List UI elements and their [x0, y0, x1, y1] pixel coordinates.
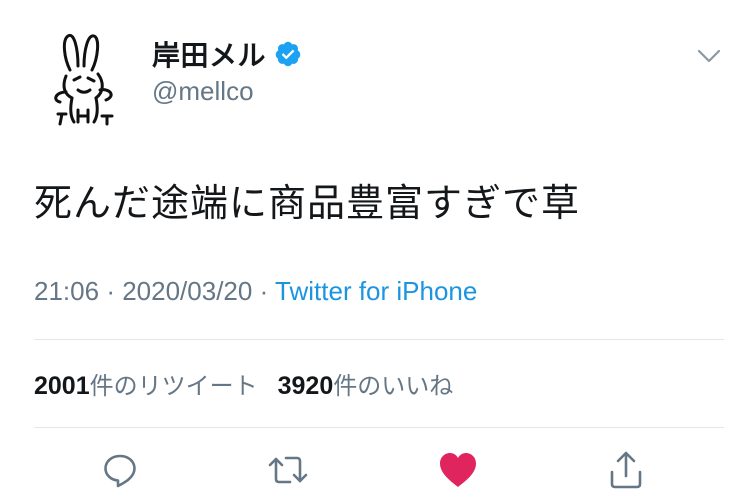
- display-name[interactable]: 岸田メル: [152, 34, 266, 74]
- like-button[interactable]: [436, 448, 480, 492]
- tweet-stats: 2001 件のリツイート 3920 件のいいね: [34, 366, 453, 401]
- avatar[interactable]: [44, 30, 126, 126]
- verified-badge-icon: [274, 40, 302, 68]
- meta-separator: ·: [259, 276, 269, 306]
- likes-label: 件のいいね: [333, 372, 454, 400]
- chevron-down-icon[interactable]: [696, 46, 722, 66]
- likes-count: 3920: [277, 372, 334, 400]
- user-handle[interactable]: @mellco: [152, 76, 254, 107]
- tweet-date[interactable]: 2020/03/20: [122, 276, 252, 306]
- share-icon: [610, 451, 642, 489]
- user-name-row[interactable]: 岸田メル: [152, 34, 302, 74]
- share-button[interactable]: [604, 448, 648, 492]
- heart-icon: [440, 453, 476, 487]
- retweets-stat[interactable]: 2001 件のリツイート: [34, 366, 258, 401]
- divider: [34, 339, 724, 340]
- retweet-arrows-icon: [268, 456, 308, 484]
- retweets-count: 2001: [34, 372, 90, 400]
- retweet-button[interactable]: [266, 448, 310, 492]
- tweet-text: 死んだ途端に商品豊富すぎで草: [34, 181, 581, 225]
- tweet-meta: 21:06 · 2020/03/20 · Twitter for iPhone: [34, 276, 477, 307]
- reply-button[interactable]: [98, 448, 142, 492]
- retweets-label: 件のリツイート: [89, 372, 258, 400]
- meta-separator: ·: [106, 276, 115, 306]
- divider: [34, 427, 724, 428]
- tweet-actions: [0, 448, 750, 496]
- speech-bubble-icon: [104, 454, 136, 488]
- tweet-source-link[interactable]: Twitter for iPhone: [275, 276, 477, 306]
- likes-stat[interactable]: 3920 件のいいね: [278, 366, 454, 401]
- tweet-time[interactable]: 21:06: [34, 276, 99, 306]
